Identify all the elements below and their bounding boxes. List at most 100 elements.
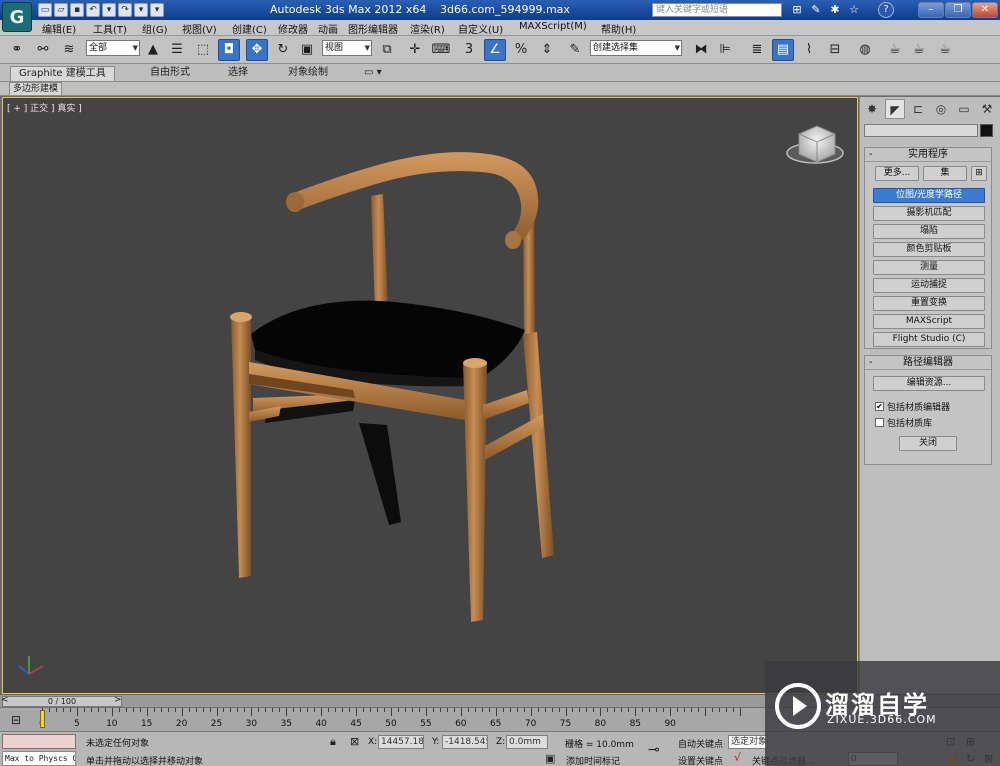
window-crossing-icon[interactable]: ◘ [218, 39, 240, 61]
curve-editor-icon[interactable]: ⌇ [798, 39, 820, 61]
tab-polygon-modeling[interactable]: 多边形建模 [9, 82, 63, 96]
menu-group[interactable]: 组(G) [142, 21, 168, 36]
tab-freeform[interactable]: 自由形式 [142, 66, 198, 81]
open-file-icon[interactable]: ▱ [54, 3, 68, 17]
wrench-icon[interactable]: ✎ [809, 3, 823, 17]
restore-icon[interactable]: ❐ [945, 2, 971, 18]
utility-flight-studio[interactable]: Flight Studio (C) [873, 332, 985, 347]
select-object-icon[interactable]: ▲ [142, 39, 164, 61]
auto-key-button[interactable]: 自动关键点 [678, 737, 723, 750]
selection-filter-dropdown[interactable]: 全部 [86, 40, 140, 56]
select-by-name-icon[interactable]: ☰ [166, 39, 188, 61]
viewcube[interactable] [786, 125, 844, 164]
configure-sets-icon[interactable]: ⊞ [971, 166, 987, 181]
menu-tools[interactable]: 工具(T) [93, 21, 127, 36]
y-coordinate-field[interactable]: -1418.545 [442, 735, 488, 749]
select-and-scale-icon[interactable]: ▣ [296, 39, 318, 61]
mini-curve-editor-icon[interactable]: ⊟ [3, 711, 29, 729]
x-coordinate-field[interactable]: 14457.187 [378, 735, 424, 749]
object-name-field[interactable] [864, 124, 978, 137]
viewport-label[interactable]: [ + ] 正交 ] 真实 ] [7, 101, 82, 114]
utilities-rollout-header[interactable]: - 实用程序 [865, 148, 991, 162]
utility-maxscript[interactable]: MAXScript [873, 314, 985, 329]
display-tab-icon[interactable]: ▭ [954, 99, 974, 119]
material-editor-icon[interactable]: ◍ [854, 39, 876, 61]
tab-graphite-modeling[interactable]: Graphite 建模工具 [10, 66, 115, 81]
render-setup-icon[interactable]: ☕ [884, 39, 906, 61]
select-and-move-icon[interactable]: ✥ [246, 39, 268, 61]
star-icon[interactable]: ☆ [847, 3, 861, 17]
select-and-rotate-icon[interactable]: ↻ [272, 39, 294, 61]
mirror-icon[interactable]: ⧓ [690, 39, 712, 61]
utility-motion-capture[interactable]: 运动捕捉 [873, 278, 985, 293]
object-color-swatch[interactable] [980, 124, 993, 137]
path-editor-rollout-header[interactable]: - 路径编辑器 [865, 356, 991, 370]
selected-set-dropdown[interactable]: 选定对象 [728, 735, 768, 749]
default-in-out-tangent-icon[interactable]: √ [734, 751, 741, 764]
create-tab-icon[interactable]: ✸ [862, 99, 882, 119]
hierarchy-tab-icon[interactable]: ⊏ [908, 99, 928, 119]
current-frame-marker[interactable] [40, 710, 45, 728]
sets-button[interactable]: 集 [923, 166, 967, 181]
bookmark-icon[interactable]: ✱ [828, 3, 842, 17]
menu-modifiers[interactable]: 修改器 [278, 21, 308, 36]
menu-customize[interactable]: 自定义(U) [458, 21, 503, 36]
bind-space-warp-icon[interactable]: ≋ [58, 39, 80, 61]
new-file-icon[interactable]: ▭ [38, 3, 52, 17]
redo-dropdown-icon[interactable]: ▾ [134, 3, 148, 17]
lock-selection-icon[interactable]: 🔒︎ [330, 735, 336, 749]
menu-edit[interactable]: 编辑(E) [42, 21, 76, 36]
ribbon-options-icon[interactable]: ▭ ▾ [356, 66, 390, 81]
rendered-frame-icon[interactable]: ☕ [908, 39, 930, 61]
menu-create[interactable]: 创建(C) [232, 21, 267, 36]
align-icon[interactable]: ⊫ [714, 39, 736, 61]
search-input[interactable]: 键入关键字或短语 [652, 3, 782, 17]
select-and-link-icon[interactable]: ⚭ [6, 39, 28, 61]
redo-icon[interactable]: ↷ [118, 3, 132, 17]
keyboard-shortcut-override-icon[interactable]: ⌨ [430, 39, 452, 61]
utility-collapse[interactable]: 塌陷 [873, 224, 985, 239]
add-time-tag[interactable]: 添加时间标记 [566, 754, 620, 766]
maxscript-listener-line[interactable] [2, 734, 76, 749]
undo-dropdown-icon[interactable]: ▾ [102, 3, 116, 17]
binoculars-icon[interactable]: ⊞ [790, 3, 804, 17]
prev-frame-icon[interactable]: < [1, 695, 9, 705]
key-icon[interactable]: ⊸ [648, 742, 660, 758]
menu-animation[interactable]: 动画 [318, 21, 338, 36]
menu-views[interactable]: 视图(V) [182, 21, 217, 36]
z-coordinate-field[interactable]: 0.0mm [506, 735, 548, 749]
close-icon[interactable]: ✕ [972, 2, 998, 18]
motion-tab-icon[interactable]: ◎ [931, 99, 951, 119]
app-logo-button[interactable]: G [2, 2, 32, 32]
undo-icon[interactable]: ↶ [86, 3, 100, 17]
percent-snap-icon[interactable]: % [510, 39, 532, 61]
include-material-editor-checkbox[interactable]: ✔ 包括材质编辑器 [875, 400, 950, 413]
close-button[interactable]: 关闭 [899, 436, 957, 451]
tab-object-paint[interactable]: 对象绘制 [280, 66, 336, 81]
menu-graph-editors[interactable]: 图形编辑器 [348, 21, 398, 36]
perspective-viewport[interactable]: [ + ] 正交 ] 真实 ] [2, 97, 858, 694]
pivot-center-icon[interactable]: ⧉ [376, 39, 398, 61]
menu-maxscript[interactable]: MAXScript(M) [519, 21, 587, 32]
menu-rendering[interactable]: 渲染(R) [410, 21, 445, 36]
snaps-toggle-icon[interactable]: 3 [458, 39, 480, 61]
utility-bitmap-photometric-paths[interactable]: 位图/光度学路径 [873, 188, 985, 203]
select-and-manipulate-icon[interactable]: ✛ [404, 39, 426, 61]
set-key-button[interactable]: 设置关键点 [678, 754, 723, 766]
tab-selection[interactable]: 选择 [220, 66, 256, 81]
save-file-icon[interactable]: ▪ [70, 3, 84, 17]
utilities-tab-icon[interactable]: ⚒ [977, 99, 997, 119]
utility-measure[interactable]: 测量 [873, 260, 985, 275]
customize-toolbar-icon[interactable]: ▾ [150, 3, 164, 17]
angle-snap-icon[interactable]: ∠ [484, 39, 506, 61]
utility-reset-xform[interactable]: 重置变换 [873, 296, 985, 311]
edit-named-selection-icon[interactable]: ✎ [564, 39, 586, 61]
time-tag-icon[interactable]: ▣ [545, 752, 555, 765]
utility-color-clipboard[interactable]: 颜色剪贴板 [873, 242, 985, 257]
absolute-mode-icon[interactable]: ⊠ [350, 735, 359, 748]
render-production-icon[interactable]: ☕ [934, 39, 956, 61]
utility-camera-match[interactable]: 摄影机匹配 [873, 206, 985, 221]
minimize-icon[interactable]: – [918, 2, 944, 18]
edit-resources-button[interactable]: 编辑资源... [873, 376, 985, 391]
graphite-toggle-icon[interactable]: ▤ [772, 39, 794, 61]
